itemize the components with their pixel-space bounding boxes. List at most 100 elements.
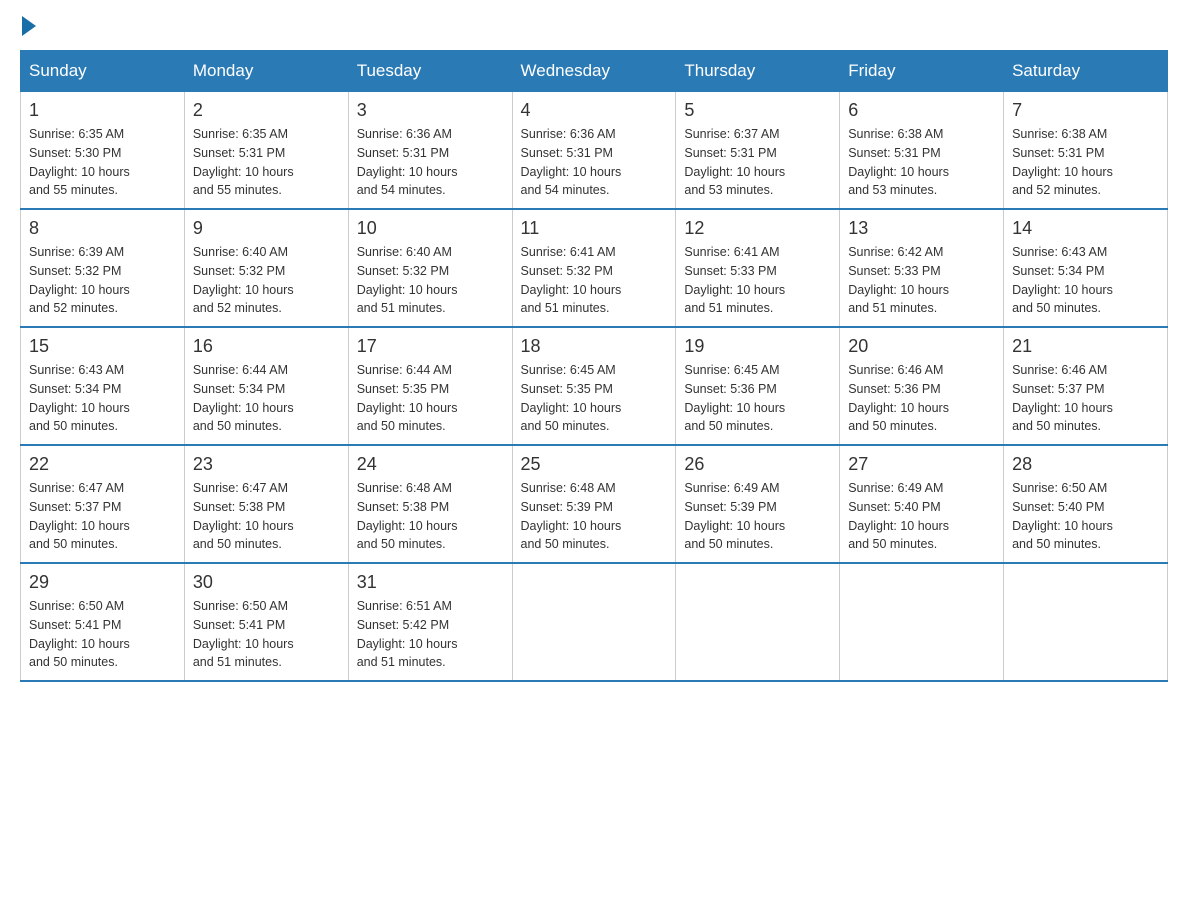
logo — [20, 20, 36, 30]
weekday-header-row: SundayMondayTuesdayWednesdayThursdayFrid… — [21, 51, 1168, 92]
day-cell: 10 Sunrise: 6:40 AMSunset: 5:32 PMDaylig… — [348, 209, 512, 327]
weekday-header-tuesday: Tuesday — [348, 51, 512, 92]
day-cell: 7 Sunrise: 6:38 AMSunset: 5:31 PMDayligh… — [1004, 92, 1168, 210]
day-number: 22 — [29, 454, 176, 475]
day-info: Sunrise: 6:39 AMSunset: 5:32 PMDaylight:… — [29, 243, 176, 318]
day-cell: 30 Sunrise: 6:50 AMSunset: 5:41 PMDaylig… — [184, 563, 348, 681]
day-cell: 21 Sunrise: 6:46 AMSunset: 5:37 PMDaylig… — [1004, 327, 1168, 445]
day-info: Sunrise: 6:45 AMSunset: 5:35 PMDaylight:… — [521, 361, 668, 436]
day-info: Sunrise: 6:41 AMSunset: 5:33 PMDaylight:… — [684, 243, 831, 318]
day-info: Sunrise: 6:46 AMSunset: 5:36 PMDaylight:… — [848, 361, 995, 436]
day-cell: 1 Sunrise: 6:35 AMSunset: 5:30 PMDayligh… — [21, 92, 185, 210]
day-number: 21 — [1012, 336, 1159, 357]
weekday-header-friday: Friday — [840, 51, 1004, 92]
day-number: 28 — [1012, 454, 1159, 475]
day-cell: 19 Sunrise: 6:45 AMSunset: 5:36 PMDaylig… — [676, 327, 840, 445]
day-number: 25 — [521, 454, 668, 475]
day-number: 2 — [193, 100, 340, 121]
week-row-5: 29 Sunrise: 6:50 AMSunset: 5:41 PMDaylig… — [21, 563, 1168, 681]
day-info: Sunrise: 6:47 AMSunset: 5:38 PMDaylight:… — [193, 479, 340, 554]
day-cell: 22 Sunrise: 6:47 AMSunset: 5:37 PMDaylig… — [21, 445, 185, 563]
day-number: 15 — [29, 336, 176, 357]
day-info: Sunrise: 6:38 AMSunset: 5:31 PMDaylight:… — [1012, 125, 1159, 200]
day-info: Sunrise: 6:50 AMSunset: 5:40 PMDaylight:… — [1012, 479, 1159, 554]
day-number: 3 — [357, 100, 504, 121]
weekday-header-saturday: Saturday — [1004, 51, 1168, 92]
day-info: Sunrise: 6:43 AMSunset: 5:34 PMDaylight:… — [1012, 243, 1159, 318]
day-number: 23 — [193, 454, 340, 475]
day-info: Sunrise: 6:41 AMSunset: 5:32 PMDaylight:… — [521, 243, 668, 318]
calendar-table: SundayMondayTuesdayWednesdayThursdayFrid… — [20, 50, 1168, 682]
day-info: Sunrise: 6:36 AMSunset: 5:31 PMDaylight:… — [521, 125, 668, 200]
day-number: 31 — [357, 572, 504, 593]
day-number: 20 — [848, 336, 995, 357]
day-number: 26 — [684, 454, 831, 475]
day-number: 30 — [193, 572, 340, 593]
day-info: Sunrise: 6:50 AMSunset: 5:41 PMDaylight:… — [193, 597, 340, 672]
day-number: 17 — [357, 336, 504, 357]
logo-arrow-icon — [22, 16, 36, 36]
day-cell: 17 Sunrise: 6:44 AMSunset: 5:35 PMDaylig… — [348, 327, 512, 445]
day-info: Sunrise: 6:40 AMSunset: 5:32 PMDaylight:… — [193, 243, 340, 318]
day-number: 8 — [29, 218, 176, 239]
day-cell — [840, 563, 1004, 681]
weekday-header-wednesday: Wednesday — [512, 51, 676, 92]
week-row-3: 15 Sunrise: 6:43 AMSunset: 5:34 PMDaylig… — [21, 327, 1168, 445]
week-row-1: 1 Sunrise: 6:35 AMSunset: 5:30 PMDayligh… — [21, 92, 1168, 210]
day-cell: 4 Sunrise: 6:36 AMSunset: 5:31 PMDayligh… — [512, 92, 676, 210]
day-cell: 20 Sunrise: 6:46 AMSunset: 5:36 PMDaylig… — [840, 327, 1004, 445]
day-number: 12 — [684, 218, 831, 239]
day-info: Sunrise: 6:43 AMSunset: 5:34 PMDaylight:… — [29, 361, 176, 436]
day-info: Sunrise: 6:44 AMSunset: 5:35 PMDaylight:… — [357, 361, 504, 436]
day-info: Sunrise: 6:51 AMSunset: 5:42 PMDaylight:… — [357, 597, 504, 672]
day-cell: 2 Sunrise: 6:35 AMSunset: 5:31 PMDayligh… — [184, 92, 348, 210]
day-number: 18 — [521, 336, 668, 357]
weekday-header-sunday: Sunday — [21, 51, 185, 92]
day-cell: 9 Sunrise: 6:40 AMSunset: 5:32 PMDayligh… — [184, 209, 348, 327]
day-cell: 6 Sunrise: 6:38 AMSunset: 5:31 PMDayligh… — [840, 92, 1004, 210]
day-cell: 26 Sunrise: 6:49 AMSunset: 5:39 PMDaylig… — [676, 445, 840, 563]
day-info: Sunrise: 6:49 AMSunset: 5:40 PMDaylight:… — [848, 479, 995, 554]
day-info: Sunrise: 6:46 AMSunset: 5:37 PMDaylight:… — [1012, 361, 1159, 436]
day-cell: 12 Sunrise: 6:41 AMSunset: 5:33 PMDaylig… — [676, 209, 840, 327]
day-number: 14 — [1012, 218, 1159, 239]
day-number: 29 — [29, 572, 176, 593]
day-cell: 28 Sunrise: 6:50 AMSunset: 5:40 PMDaylig… — [1004, 445, 1168, 563]
day-cell: 18 Sunrise: 6:45 AMSunset: 5:35 PMDaylig… — [512, 327, 676, 445]
day-number: 1 — [29, 100, 176, 121]
day-info: Sunrise: 6:47 AMSunset: 5:37 PMDaylight:… — [29, 479, 176, 554]
day-cell: 24 Sunrise: 6:48 AMSunset: 5:38 PMDaylig… — [348, 445, 512, 563]
day-cell — [512, 563, 676, 681]
day-number: 9 — [193, 218, 340, 239]
day-number: 27 — [848, 454, 995, 475]
day-info: Sunrise: 6:36 AMSunset: 5:31 PMDaylight:… — [357, 125, 504, 200]
day-number: 4 — [521, 100, 668, 121]
day-info: Sunrise: 6:35 AMSunset: 5:31 PMDaylight:… — [193, 125, 340, 200]
day-cell — [676, 563, 840, 681]
day-info: Sunrise: 6:38 AMSunset: 5:31 PMDaylight:… — [848, 125, 995, 200]
day-number: 6 — [848, 100, 995, 121]
page-header — [20, 20, 1168, 30]
day-info: Sunrise: 6:48 AMSunset: 5:38 PMDaylight:… — [357, 479, 504, 554]
day-cell — [1004, 563, 1168, 681]
week-row-4: 22 Sunrise: 6:47 AMSunset: 5:37 PMDaylig… — [21, 445, 1168, 563]
weekday-header-thursday: Thursday — [676, 51, 840, 92]
day-cell: 16 Sunrise: 6:44 AMSunset: 5:34 PMDaylig… — [184, 327, 348, 445]
day-number: 11 — [521, 218, 668, 239]
day-info: Sunrise: 6:49 AMSunset: 5:39 PMDaylight:… — [684, 479, 831, 554]
day-info: Sunrise: 6:35 AMSunset: 5:30 PMDaylight:… — [29, 125, 176, 200]
day-number: 24 — [357, 454, 504, 475]
day-info: Sunrise: 6:48 AMSunset: 5:39 PMDaylight:… — [521, 479, 668, 554]
day-number: 10 — [357, 218, 504, 239]
day-number: 7 — [1012, 100, 1159, 121]
day-cell: 29 Sunrise: 6:50 AMSunset: 5:41 PMDaylig… — [21, 563, 185, 681]
day-cell: 31 Sunrise: 6:51 AMSunset: 5:42 PMDaylig… — [348, 563, 512, 681]
week-row-2: 8 Sunrise: 6:39 AMSunset: 5:32 PMDayligh… — [21, 209, 1168, 327]
day-cell: 27 Sunrise: 6:49 AMSunset: 5:40 PMDaylig… — [840, 445, 1004, 563]
day-number: 5 — [684, 100, 831, 121]
day-cell: 8 Sunrise: 6:39 AMSunset: 5:32 PMDayligh… — [21, 209, 185, 327]
day-info: Sunrise: 6:50 AMSunset: 5:41 PMDaylight:… — [29, 597, 176, 672]
day-cell: 3 Sunrise: 6:36 AMSunset: 5:31 PMDayligh… — [348, 92, 512, 210]
day-cell: 14 Sunrise: 6:43 AMSunset: 5:34 PMDaylig… — [1004, 209, 1168, 327]
day-cell: 11 Sunrise: 6:41 AMSunset: 5:32 PMDaylig… — [512, 209, 676, 327]
